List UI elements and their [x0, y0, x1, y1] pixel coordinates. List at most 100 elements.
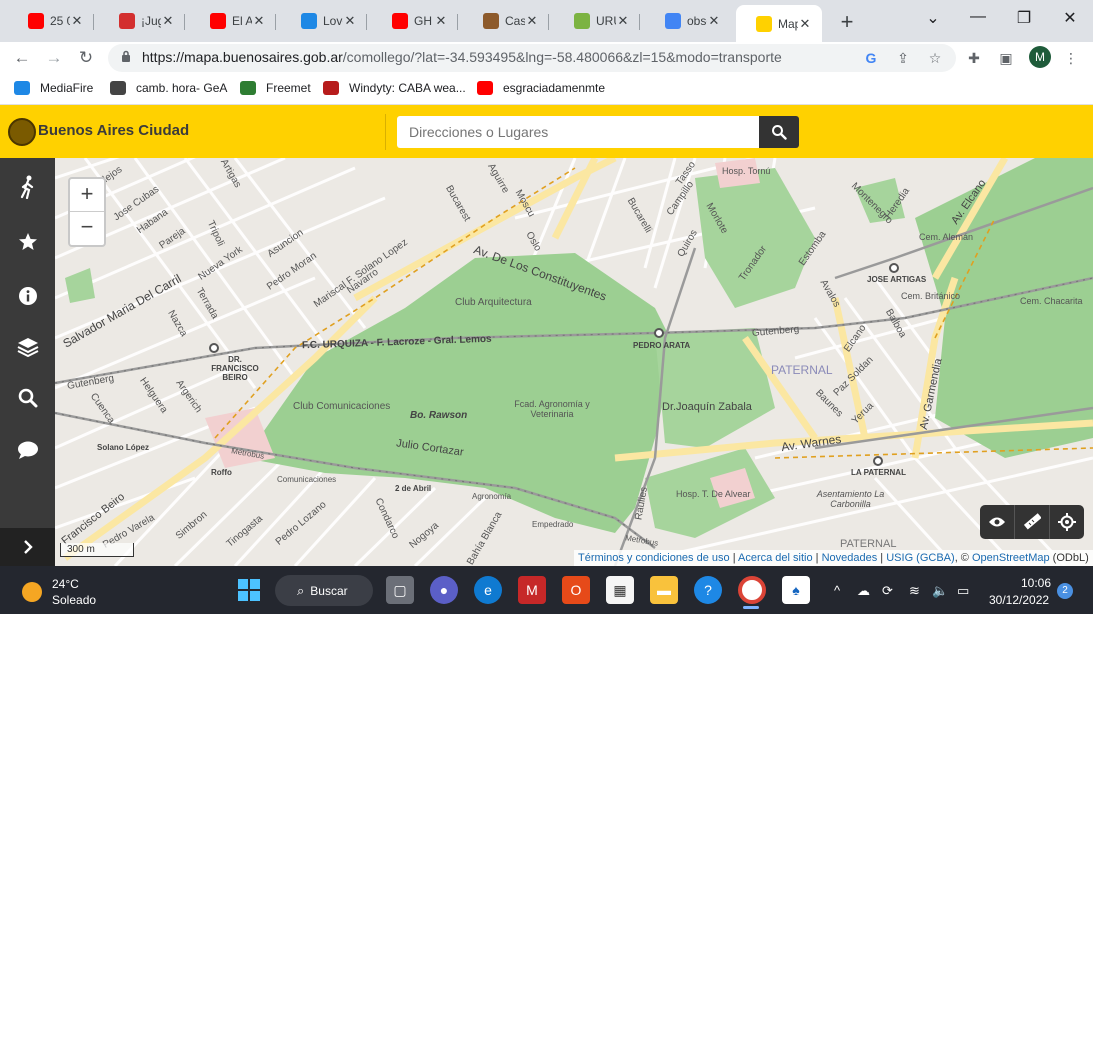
- close-window-button[interactable]: ✕: [1055, 8, 1085, 28]
- mcafee-icon[interactable]: M: [518, 576, 546, 604]
- tab-close-icon[interactable]: ✕: [252, 13, 266, 29]
- store-icon[interactable]: ▦: [606, 576, 634, 604]
- wifi-icon[interactable]: ≋: [909, 583, 920, 599]
- teams-chat-icon[interactable]: ●: [430, 576, 458, 604]
- onedrive-cloud-icon[interactable]: ☁: [857, 583, 870, 599]
- clock-time[interactable]: 10:06: [1021, 576, 1051, 590]
- chevron-up-icon[interactable]: ^: [834, 583, 840, 598]
- tab-close-icon[interactable]: ✕: [525, 13, 539, 29]
- tab-separator: [366, 14, 367, 30]
- tab-close-icon[interactable]: ✕: [616, 13, 630, 29]
- windows-taskbar: [0, 566, 1093, 614]
- locate-target-icon[interactable]: [1050, 505, 1084, 539]
- tab-close-icon[interactable]: ✕: [343, 13, 357, 29]
- browser-tab[interactable]: Map✕: [736, 5, 822, 42]
- bookmark-label: camb. hora- GeA: [136, 81, 228, 95]
- windows-start-icon[interactable]: [235, 576, 263, 604]
- lock-icon[interactable]: [121, 50, 131, 65]
- zoom-in-button[interactable]: +: [70, 179, 104, 211]
- map-scale-bar: 300 m: [60, 543, 134, 557]
- weather-temperature[interactable]: 24°C: [52, 577, 79, 591]
- browser-tab[interactable]: Casa✕: [463, 6, 549, 36]
- help-icon[interactable]: ?: [694, 576, 722, 604]
- sync-icon[interactable]: ⟳: [882, 583, 893, 599]
- clock-date[interactable]: 30/12/2022: [989, 593, 1049, 607]
- browser-tab[interactable]: obse✕: [645, 6, 731, 36]
- sidebar-chat-icon[interactable]: [0, 430, 55, 470]
- bookmark-star-icon[interactable]: ☆: [925, 48, 945, 68]
- about-link[interactable]: Acerca del sitio: [738, 552, 813, 564]
- zoom-out-button[interactable]: −: [70, 212, 104, 244]
- tab-title: Casa: [505, 14, 525, 28]
- browser-tab[interactable]: ¡Jugá✕: [99, 6, 185, 36]
- freemet-icon: [240, 81, 256, 95]
- browser-tab[interactable]: El An✕: [190, 6, 276, 36]
- tab-close-icon[interactable]: ✕: [70, 13, 84, 29]
- terms-link[interactable]: Términos y condiciones de uso: [578, 552, 730, 564]
- share-icon[interactable]: ⇪: [893, 48, 913, 68]
- city-seal-logo[interactable]: [8, 118, 36, 146]
- tab-close-icon[interactable]: ✕: [161, 13, 175, 29]
- tab-title: ¡Jugá: [141, 14, 161, 28]
- tab-close-icon[interactable]: ✕: [707, 13, 721, 29]
- battery-icon[interactable]: ▭: [957, 583, 969, 599]
- tab-separator: [457, 14, 458, 30]
- task-view-icon[interactable]: ▢: [386, 576, 414, 604]
- sidebar-layers-icon[interactable]: [0, 327, 55, 367]
- sidebar-info-icon[interactable]: [0, 276, 55, 316]
- usig-link[interactable]: USIG (GCBA): [886, 552, 954, 564]
- label-roffo: Roffo: [211, 468, 232, 477]
- file-explorer-icon[interactable]: ▬: [650, 576, 678, 604]
- google-lens-icon[interactable]: G: [861, 48, 881, 68]
- eye-icon[interactable]: [980, 505, 1015, 539]
- tab-close-icon[interactable]: ✕: [798, 16, 812, 32]
- forward-button[interactable]: →: [42, 46, 66, 70]
- search-button[interactable]: [759, 116, 799, 148]
- profile-avatar[interactable]: M: [1029, 46, 1051, 68]
- tab-search-chevron-icon[interactable]: ⌄: [918, 8, 948, 28]
- map-tools: [980, 505, 1084, 539]
- new-tab-button[interactable]: +: [835, 9, 859, 35]
- tab-title: Lover: [323, 14, 343, 28]
- sidebar-search-icon[interactable]: [0, 378, 55, 418]
- bookmark-item[interactable]: esgraciadamenmte: [477, 81, 605, 95]
- bookmark-item[interactable]: MediaFire: [14, 81, 93, 95]
- sun-weather-icon[interactable]: [22, 582, 42, 602]
- office-icon[interactable]: O: [562, 576, 590, 604]
- notification-badge[interactable]: 2: [1057, 583, 1073, 599]
- sidebar-expand-button[interactable]: [0, 528, 55, 566]
- volume-icon[interactable]: 🔈: [932, 583, 948, 599]
- bookmark-item[interactable]: camb. hora- GeA: [110, 81, 227, 95]
- puzzle-icon: [301, 13, 317, 29]
- weather-condition[interactable]: Soleado: [52, 593, 96, 607]
- solitaire-icon[interactable]: ♠: [782, 576, 810, 604]
- reload-button[interactable]: ↻: [74, 46, 98, 70]
- maximize-button[interactable]: ❐: [1009, 8, 1039, 28]
- extensions-puzzle-icon[interactable]: ✚: [964, 48, 984, 68]
- back-button[interactable]: ←: [10, 46, 34, 70]
- minimize-button[interactable]: —: [963, 8, 993, 26]
- attr-sep: , ©: [954, 552, 972, 564]
- osm-link[interactable]: OpenStreetMap: [972, 552, 1050, 564]
- chrome-icon[interactable]: [738, 576, 766, 604]
- attr-sep: |: [812, 552, 822, 564]
- taskbar-search-button[interactable]: ⌕ Buscar: [275, 575, 373, 606]
- sidebar-star-icon[interactable]: [0, 222, 55, 262]
- menu-kebab-icon[interactable]: ⋮: [1061, 48, 1081, 68]
- browser-tab[interactable]: GH E✕: [372, 6, 458, 36]
- browser-tab[interactable]: 25 09✕: [8, 6, 94, 36]
- edge-browser-icon[interactable]: e: [474, 576, 502, 604]
- sidebar-walking-person-icon[interactable]: [0, 167, 55, 207]
- tab-close-icon[interactable]: ✕: [434, 13, 448, 29]
- browser-tab[interactable]: URU✕: [554, 6, 640, 36]
- side-panel-icon[interactable]: ▣: [996, 48, 1016, 68]
- map-canvas[interactable]: Av. De Los Constituyentes F.C. URQUIZA -…: [55, 158, 1093, 566]
- ruler-icon[interactable]: [1015, 505, 1050, 539]
- url-text[interactable]: https://mapa.buenosaires.gob.ar/comolleg…: [142, 49, 782, 65]
- bookmark-item[interactable]: Freemet: [240, 81, 311, 95]
- bookmark-item[interactable]: Windyty: CABA wea...: [323, 81, 466, 95]
- news-link[interactable]: Novedades: [822, 552, 878, 564]
- site-logo-text[interactable]: Buenos Aires Ciudad: [38, 122, 189, 139]
- search-input[interactable]: [397, 116, 759, 148]
- browser-tab[interactable]: Lover✕: [281, 6, 367, 36]
